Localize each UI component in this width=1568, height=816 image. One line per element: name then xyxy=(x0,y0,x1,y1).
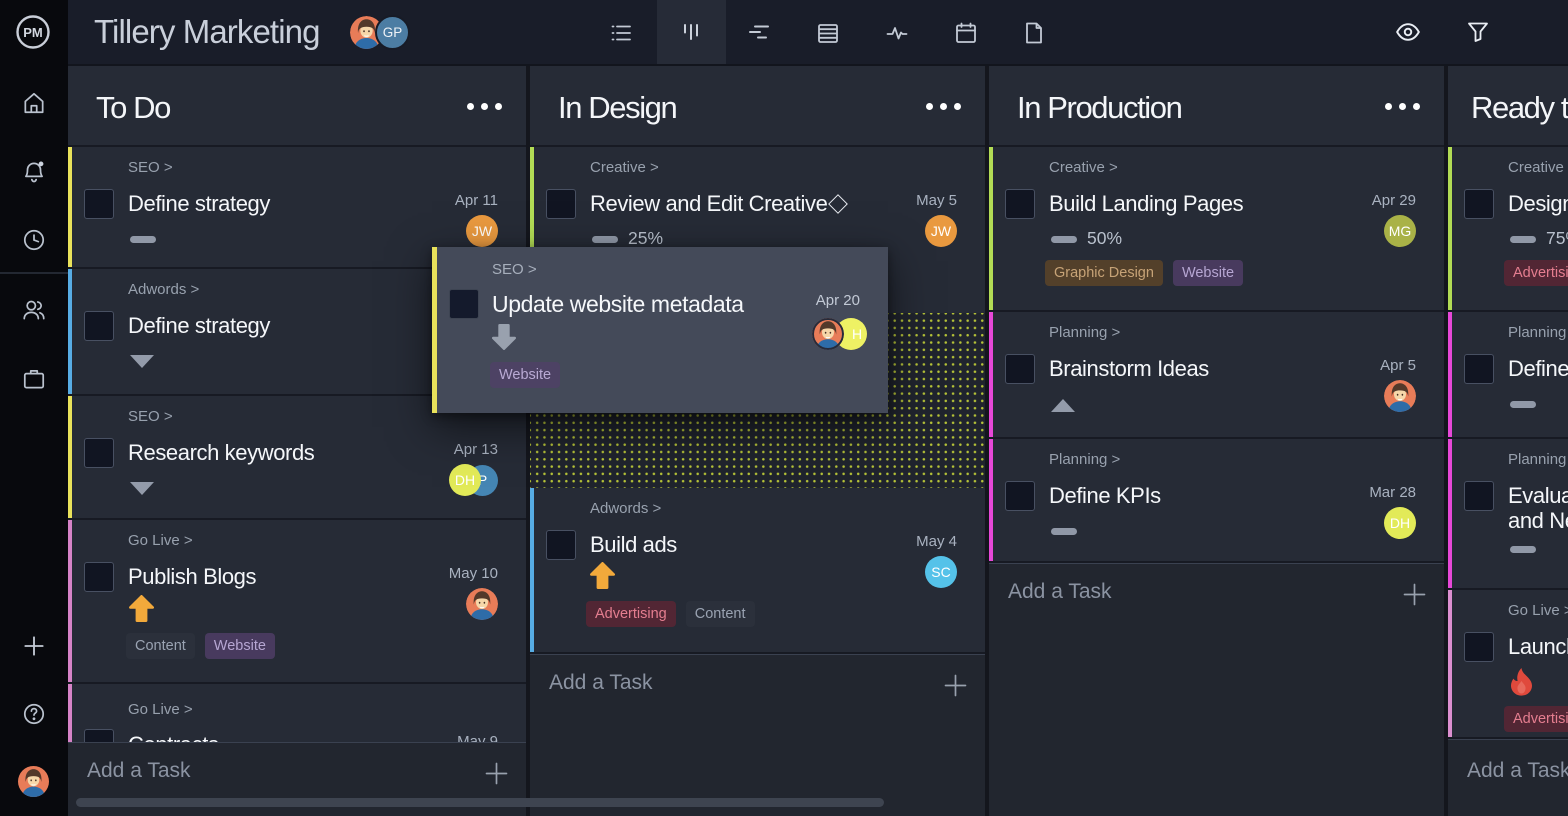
svg-text:PM: PM xyxy=(23,25,43,40)
